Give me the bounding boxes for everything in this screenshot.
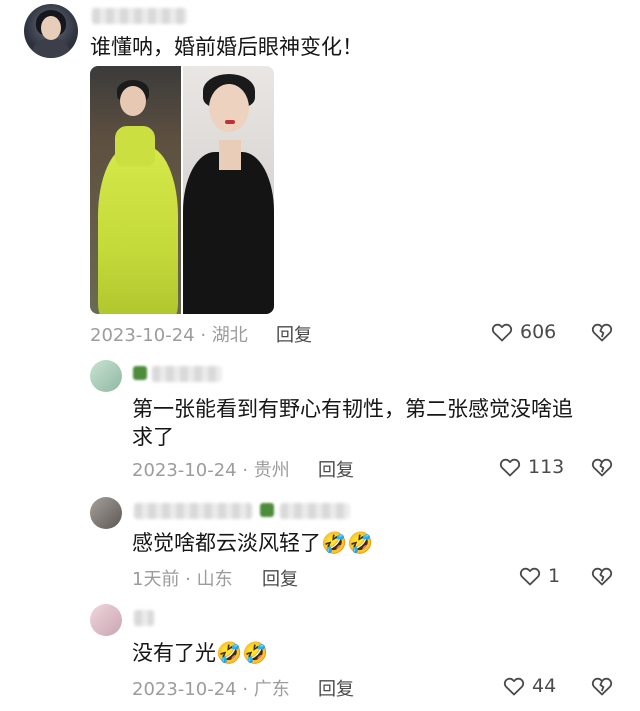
heart-outline-icon xyxy=(519,567,541,586)
username-blurred[interactable] xyxy=(152,366,222,382)
username-blurred[interactable] xyxy=(134,503,252,519)
reply-button[interactable]: 回复 xyxy=(318,456,354,482)
comment-date-location: 2023-10-24 · 湖北 xyxy=(90,325,248,346)
broken-heart-icon[interactable] xyxy=(590,455,614,479)
reply-button[interactable]: 回复 xyxy=(276,321,312,347)
comment-date-location: 2023-10-24 · 贵州 xyxy=(132,460,290,481)
reply-button[interactable]: 回复 xyxy=(318,675,354,701)
broken-heart-icon[interactable] xyxy=(590,674,614,698)
reply-to-username-blurred[interactable] xyxy=(280,503,350,519)
broken-heart-icon[interactable] xyxy=(590,320,614,344)
username-blurred[interactable] xyxy=(134,610,154,626)
like-count: 44 xyxy=(532,675,557,697)
comment-date-location: 1天前 · 山东 xyxy=(132,569,233,590)
avatar[interactable] xyxy=(90,497,122,529)
comment-date-location: 2023-10-24 · 广东 xyxy=(132,679,290,700)
comment-text: 感觉啥都云淡风轻了🤣🤣 xyxy=(132,531,374,555)
like-button[interactable]: 606 xyxy=(490,320,556,344)
like-button[interactable]: 113 xyxy=(498,455,564,479)
photo-black-dress[interactable] xyxy=(183,66,274,314)
photo-yellow-dress[interactable] xyxy=(90,66,181,314)
avatar[interactable] xyxy=(24,4,78,58)
heart-outline-icon xyxy=(503,677,525,696)
like-count: 1 xyxy=(548,565,561,587)
comment-text: 谁懂呐，婚前婚后眼神变化！ xyxy=(90,35,363,59)
like-count: 606 xyxy=(520,321,557,343)
like-button[interactable]: 1 xyxy=(518,564,560,588)
comment-text: 没有了光🤣🤣 xyxy=(132,641,269,665)
comment-photos[interactable] xyxy=(90,66,274,314)
avatar[interactable] xyxy=(90,604,122,636)
broken-heart-icon[interactable] xyxy=(590,564,614,588)
reply-button[interactable]: 回复 xyxy=(262,565,298,591)
like-count: 113 xyxy=(528,456,565,478)
comment-text-line2: 求了 xyxy=(132,425,174,449)
heart-outline-icon xyxy=(499,458,521,477)
like-button[interactable]: 44 xyxy=(502,674,556,698)
comment-text-line1: 第一张能看到有野心有韧性，第二张感觉没啥追 xyxy=(132,397,573,421)
avatar[interactable] xyxy=(90,360,122,392)
username-blurred[interactable] xyxy=(92,8,187,24)
heart-outline-icon xyxy=(491,323,513,342)
